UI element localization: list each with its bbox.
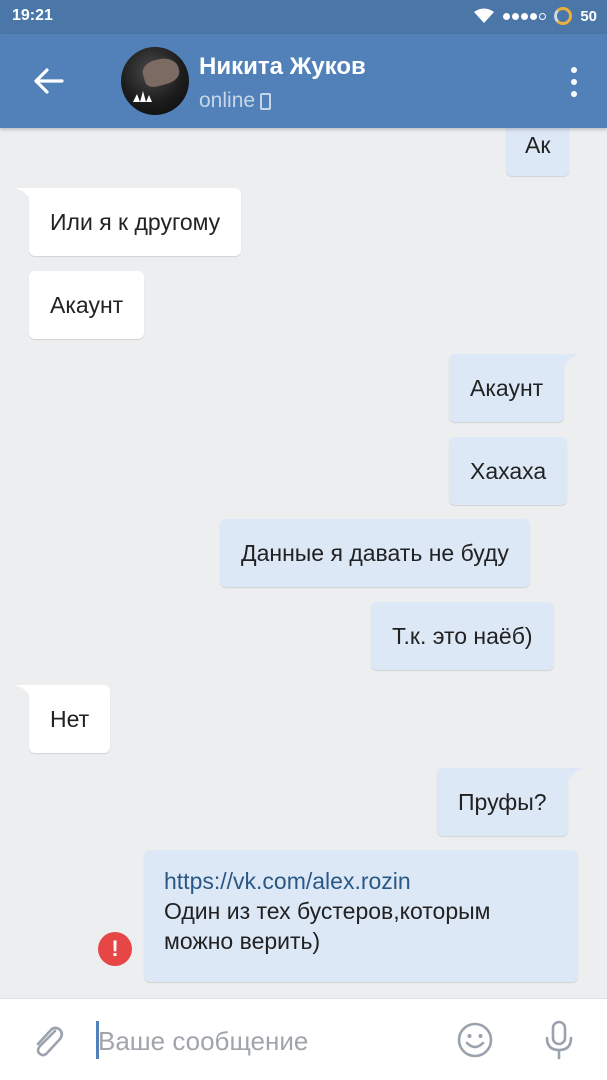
message-outgoing[interactable]: Хахаха [449,437,568,505]
wifi-icon [474,8,495,23]
bubble-tail [565,768,584,786]
message-incoming[interactable]: Или я к другому [15,188,242,256]
message-text: Нет [50,706,90,732]
message-link[interactable]: https://vk.com/alex.rozin [164,866,558,896]
mobile-phone-icon [260,92,272,110]
chat-header: Никита Жуков online [0,34,607,128]
message-text: Т.к. это наёб) [392,623,533,649]
message-incoming[interactable]: Нет [15,685,111,753]
battery-level: 50 [580,7,597,25]
message-text-line1: Один из тех бустеров,которым [164,898,491,924]
message-text: Хахаха [470,458,547,484]
message-text: Пруфы? [458,789,547,815]
bubble-tail [15,685,33,703]
battery-ring-icon [554,7,573,25]
microphone-icon [545,1020,573,1060]
status-indicators: 50 [473,7,597,25]
message-text-line2: можно верить) [164,928,321,954]
bubble-tail [15,188,33,206]
more-vertical-icon [571,67,577,73]
message-outgoing[interactable]: Акаунт [449,354,581,422]
message-composer [0,998,607,1080]
contact-status: online [199,89,272,113]
bubble-tail [562,354,581,372]
message-incoming[interactable]: Акаунт [29,271,145,339]
signal-dots-icon [503,12,547,20]
send-error-icon[interactable]: ! [98,932,132,966]
message-outgoing-link[interactable]: https://vk.com/alex.rozin Один из тех бу… [144,850,578,982]
message-text: Ак [525,132,551,158]
message-text: Данные я давать не буду [241,540,509,566]
paperclip-icon [36,1026,64,1057]
message-text: Акаунт [50,292,124,318]
message-text: Акаунт [470,375,544,401]
attach-button[interactable] [28,1021,68,1061]
emoji-button[interactable] [456,1021,494,1059]
voice-message-button[interactable] [542,1019,576,1061]
back-button[interactable] [26,61,70,101]
contact-name[interactable]: Никита Жуков [199,53,366,81]
smile-icon [457,1022,493,1058]
status-bar: 19:21 50 [0,0,607,34]
message-outgoing[interactable]: Ак [506,128,570,176]
message-text: Или я к другому [50,209,221,235]
message-outgoing[interactable]: Данные я давать не буду [220,519,530,587]
arrow-left-icon [34,68,64,94]
message-input[interactable] [98,1021,428,1061]
message-list[interactable]: Ак Или я к другому Акаунт Акаунт Хахаха … [0,128,607,998]
brand-logo-icon [133,91,152,102]
more-menu-button[interactable] [569,67,579,97]
status-text: online [199,89,256,112]
message-outgoing[interactable]: Т.к. это наёб) [371,602,554,670]
status-time: 19:21 [12,7,53,24]
avatar[interactable] [121,47,189,115]
message-outgoing[interactable]: Пруфы? [437,768,584,836]
